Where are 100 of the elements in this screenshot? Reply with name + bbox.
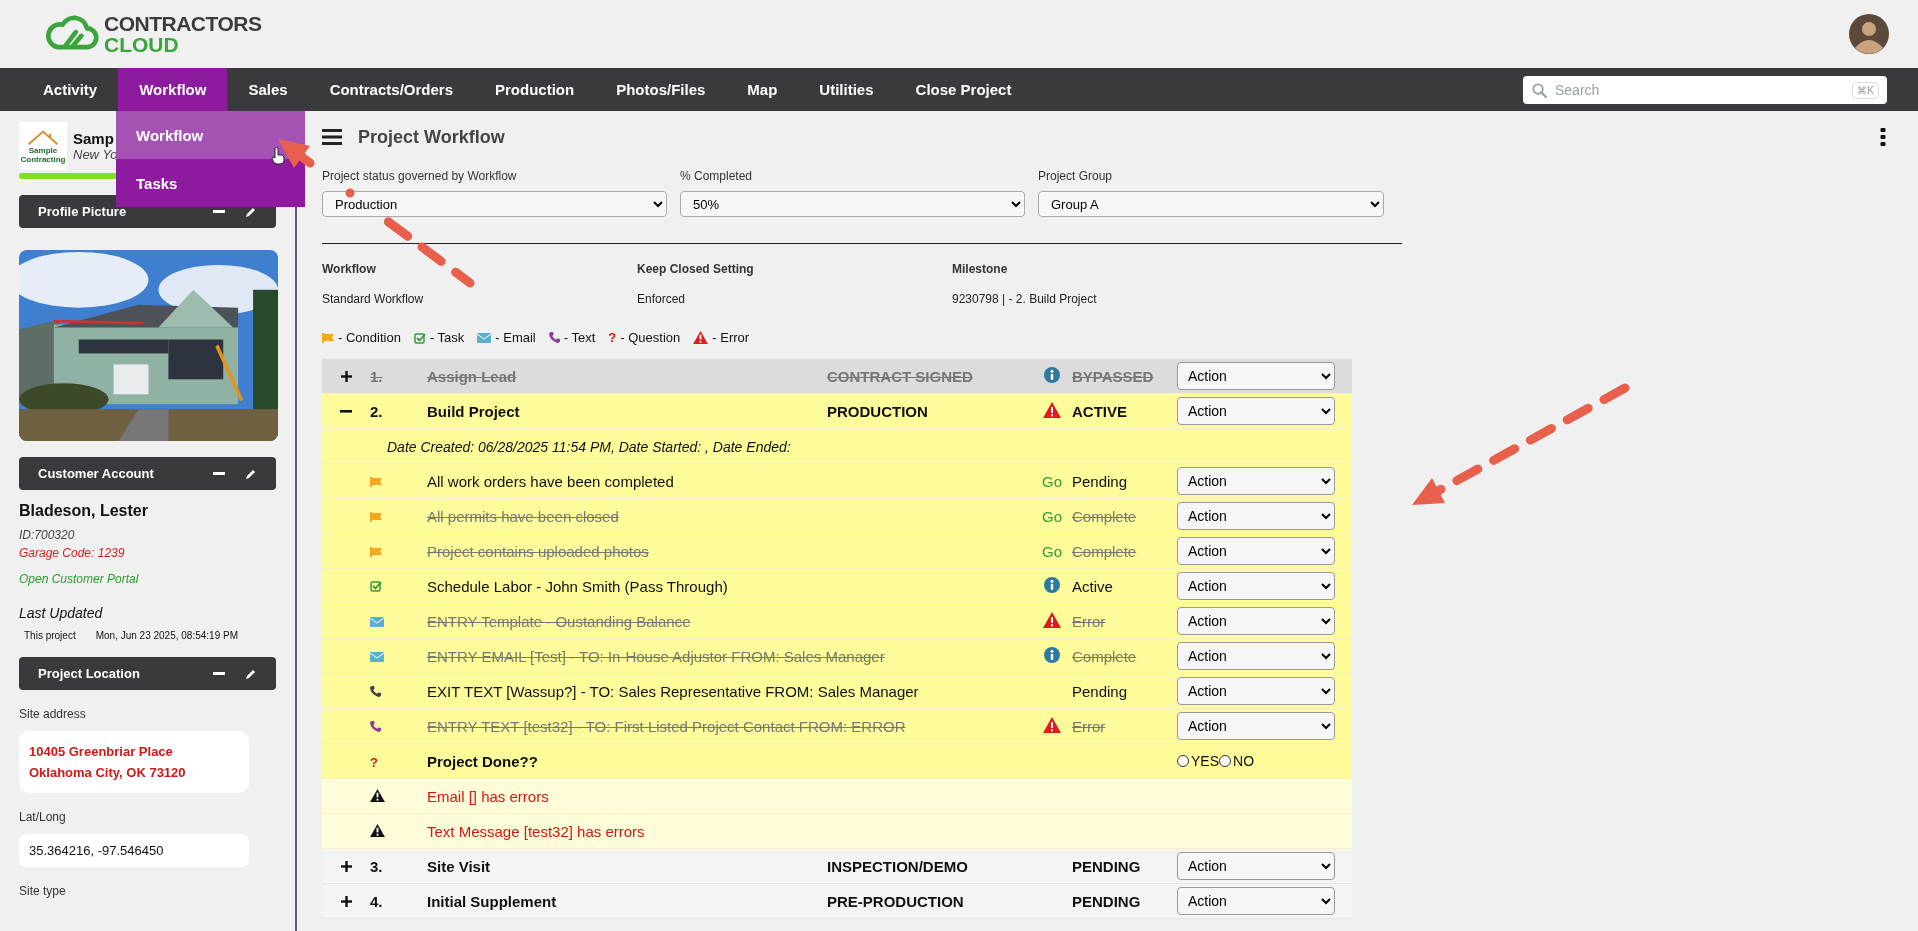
step-name: Site Visit xyxy=(427,857,491,875)
cloud-logo-icon xyxy=(44,15,100,53)
coordinates-value: 35.364216, -97.546450 xyxy=(19,834,249,867)
plus-icon[interactable] xyxy=(340,895,352,907)
pencil-icon[interactable] xyxy=(245,205,257,218)
action-select[interactable]: Action xyxy=(1177,887,1335,915)
action-select[interactable]: Action xyxy=(1177,572,1335,600)
step-status: Error xyxy=(1072,612,1106,630)
checkbox-icon xyxy=(370,579,382,592)
minus-icon[interactable] xyxy=(213,209,225,214)
step-name: All permits have been closed xyxy=(427,507,619,525)
updated-value: Mon, Jun 23 2025, 08:54:19 PM xyxy=(95,630,238,641)
step-status: Pending xyxy=(1072,472,1128,490)
logo-text: CONTRACTORS xyxy=(104,13,262,34)
warning-icon xyxy=(1043,611,1061,628)
error-message: Email [] has errors xyxy=(427,787,549,805)
legend-label: - Condition xyxy=(338,330,401,345)
action-select[interactable]: Action xyxy=(1177,362,1335,390)
action-select[interactable]: Action xyxy=(1177,537,1335,565)
more-icon[interactable] xyxy=(1880,128,1886,146)
step-name: Assign Lead xyxy=(427,367,517,385)
nav-tab[interactable]: Workflow xyxy=(118,68,228,111)
menu-icon[interactable] xyxy=(322,129,342,145)
avatar[interactable] xyxy=(1849,14,1889,54)
dates-text: Date Created: 06/28/2025 11:54 PM, Date Started: , Date Ended: xyxy=(386,438,791,455)
action-select[interactable]: Action xyxy=(1177,607,1335,635)
pencil-icon[interactable] xyxy=(245,467,257,480)
flag-icon xyxy=(322,332,334,343)
pencil-icon[interactable] xyxy=(245,667,257,680)
step-status: Complete xyxy=(1072,507,1137,525)
radio-option[interactable]: NO xyxy=(1219,752,1254,769)
envelope-icon xyxy=(370,651,384,662)
step-status: Complete xyxy=(1072,542,1137,560)
info-label: Workflow xyxy=(322,262,376,276)
dropdown-field[interactable]: 50% xyxy=(680,191,1025,217)
step-phase: PRE-PRODUCTION xyxy=(827,892,964,910)
step-name: Schedule Labor - John Smith (Pass Through) xyxy=(427,577,728,595)
warning-icon xyxy=(1043,401,1061,418)
legend-label: - Task xyxy=(429,330,465,345)
step-status: BYPASSED xyxy=(1072,367,1154,385)
nav-tab[interactable]: Map xyxy=(726,68,799,111)
step-number: 2. xyxy=(370,402,383,420)
warning-icon xyxy=(1043,716,1061,733)
step-name: ENTRY EMAIL [Test] - TO: In-House Adjustor FROM: Sales Manager xyxy=(427,647,885,665)
question-mark: ? xyxy=(608,330,617,345)
action-select[interactable]: Action xyxy=(1177,677,1335,705)
flag-icon xyxy=(370,511,382,522)
nav-tab[interactable]: Sales xyxy=(227,68,309,111)
nav-tab[interactable]: Close Project xyxy=(894,68,1033,111)
warning-icon xyxy=(370,788,385,802)
legend-label: - Question xyxy=(620,330,681,345)
nav-tab[interactable]: Utilities xyxy=(798,68,895,111)
question-mark: ? xyxy=(370,754,378,770)
action-select[interactable]: Action xyxy=(1177,712,1335,740)
address-line: 10405 Greenbriar Place xyxy=(29,744,174,759)
info-value: Enforced xyxy=(637,292,686,306)
legend-label: - Text xyxy=(563,330,596,345)
flag-icon xyxy=(370,476,382,487)
step-name: Build Project xyxy=(427,402,520,420)
step-name: Initial Supplement xyxy=(427,892,557,910)
error-message: Text Message [test32] has errors xyxy=(427,822,645,840)
warning-icon xyxy=(693,331,709,344)
shortcut-badge: ⌘K xyxy=(1852,81,1879,99)
section-heading: Last Updated xyxy=(19,605,103,621)
panel-title: Profile Picture xyxy=(38,204,128,219)
action-select[interactable]: Action xyxy=(1177,397,1335,425)
plus-icon[interactable] xyxy=(340,860,352,872)
action-select[interactable]: Action xyxy=(1177,852,1335,880)
step-number: 1. xyxy=(370,367,383,385)
envelope-icon xyxy=(477,332,492,343)
action-select[interactable]: Action xyxy=(1177,642,1335,670)
company-name: Samp xyxy=(73,130,115,147)
dropdown-field[interactable]: Production xyxy=(322,191,667,217)
step-phase: PRODUCTION xyxy=(827,402,928,420)
info-icon xyxy=(1044,646,1060,663)
nav-tab[interactable]: Contracts/Orders xyxy=(308,68,474,111)
action-select[interactable]: Action xyxy=(1177,467,1335,495)
field-label: Site type xyxy=(19,884,67,898)
step-status: Error xyxy=(1072,717,1106,735)
go-label: Go xyxy=(1042,542,1062,560)
menu-item[interactable]: Tasks xyxy=(116,159,305,207)
radio-option[interactable]: YES xyxy=(1177,752,1219,769)
nav-tab[interactable]: Photos/Files xyxy=(595,68,727,111)
step-number: 3. xyxy=(370,857,383,875)
plus-icon[interactable] xyxy=(340,370,352,382)
step-name: Project contains uploaded photos xyxy=(427,542,649,560)
minus-icon[interactable] xyxy=(213,471,225,476)
go-label: Go xyxy=(1042,507,1062,525)
nav-tab[interactable]: Production xyxy=(474,68,596,111)
dropdown-field[interactable]: Group A xyxy=(1038,191,1384,217)
action-select[interactable]: Action xyxy=(1177,502,1335,530)
step-status: Complete xyxy=(1072,647,1137,665)
field-label: Project status governed by Workflow xyxy=(322,169,518,183)
minus-icon[interactable] xyxy=(213,671,225,676)
field-label: Site address xyxy=(19,707,87,721)
step-name: ENTRY Template - Oustanding Balance xyxy=(427,612,691,630)
menu-item[interactable]: Workflow xyxy=(116,111,305,159)
nav-tab[interactable]: Activity xyxy=(22,68,119,111)
field-label: Lat/Long xyxy=(19,810,67,824)
step-status: PENDING xyxy=(1072,892,1141,910)
